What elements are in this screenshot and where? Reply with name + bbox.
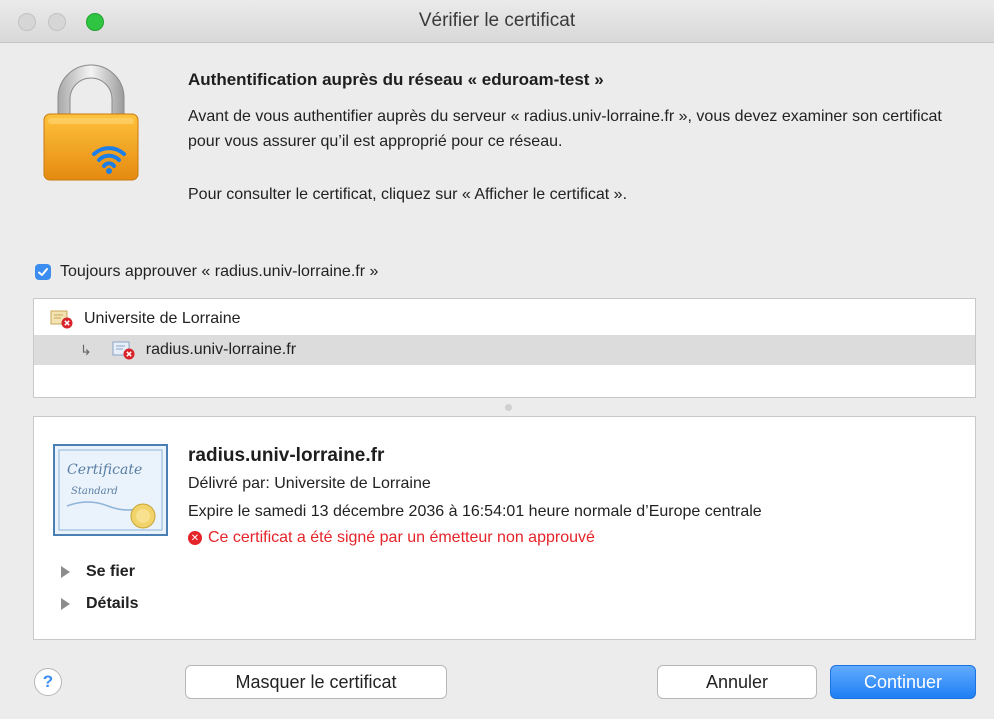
error-icon: ✕: [188, 531, 202, 545]
split-view-handle[interactable]: [505, 404, 512, 411]
trust-disclosure[interactable]: Se fier: [61, 563, 135, 581]
chain-item-leaf[interactable]: ↳ radius.univ-lorraine.fr: [34, 335, 975, 365]
padlock-wifi-icon: [43, 64, 139, 181]
help-button[interactable]: ?: [34, 668, 62, 696]
continue-button[interactable]: Continuer: [830, 665, 976, 699]
checkmark-icon: [38, 268, 48, 276]
certificate-details-panel: Certificate Standard radius.univ-lorrain…: [33, 416, 976, 640]
cancel-button[interactable]: Annuler: [657, 665, 817, 699]
certificate-error-icon: [112, 341, 135, 360]
window-title: Vérifier le certificat: [418, 10, 576, 31]
svg-text:Certificate: Certificate: [67, 462, 142, 478]
certificate-expiry: Expire le samedi 13 décembre 2036 à 16:5…: [188, 503, 762, 520]
always-trust-row[interactable]: Toujours approuver « radius.univ-lorrain…: [35, 262, 378, 282]
trust-disclosure-label: Se fier: [86, 563, 135, 580]
title-bar: Vérifier le certificat: [0, 0, 994, 43]
dialog-instruction: Pour consulter le certificat, cliquez su…: [188, 186, 628, 203]
hide-certificate-button[interactable]: Masquer le certificat: [185, 665, 447, 699]
dialog-explanation: Avant de vous authentifier auprès du ser…: [188, 108, 942, 150]
details-disclosure-label: Détails: [86, 595, 139, 612]
dialog-heading: Authentification auprès du réseau « edur…: [188, 70, 604, 89]
details-disclosure[interactable]: Détails: [61, 595, 138, 613]
certificate-issuer: Délivré par: Universite de Lorraine: [188, 475, 431, 492]
child-arrow-icon: ↳: [80, 341, 92, 358]
certificate-warning-text: Ce certificat a été signé par un émetteu…: [208, 529, 595, 546]
svg-text:Standard: Standard: [71, 486, 118, 497]
chain-item-label: radius.univ-lorraine.fr: [145, 341, 297, 358]
disclosure-triangle-icon[interactable]: [61, 598, 70, 610]
certificate-error-icon: [50, 310, 73, 329]
chain-item-label: Universite de Lorraine: [84, 310, 241, 327]
always-trust-checkbox[interactable]: [35, 264, 51, 280]
always-trust-label: Toujours approuver « radius.univ-lorrain…: [60, 263, 379, 280]
certificate-warning: ✕ Ce certificat a été signé par un émett…: [188, 529, 595, 547]
certificate-name: radius.univ-lorraine.fr: [188, 445, 385, 466]
chain-item-root[interactable]: Universite de Lorraine: [34, 304, 975, 334]
certificate-icon: Certificate Standard: [53, 444, 168, 536]
disclosure-triangle-icon[interactable]: [61, 566, 70, 578]
certificate-chain-list[interactable]: Universite de Lorraine ↳ radius.univ-lor…: [33, 298, 976, 398]
